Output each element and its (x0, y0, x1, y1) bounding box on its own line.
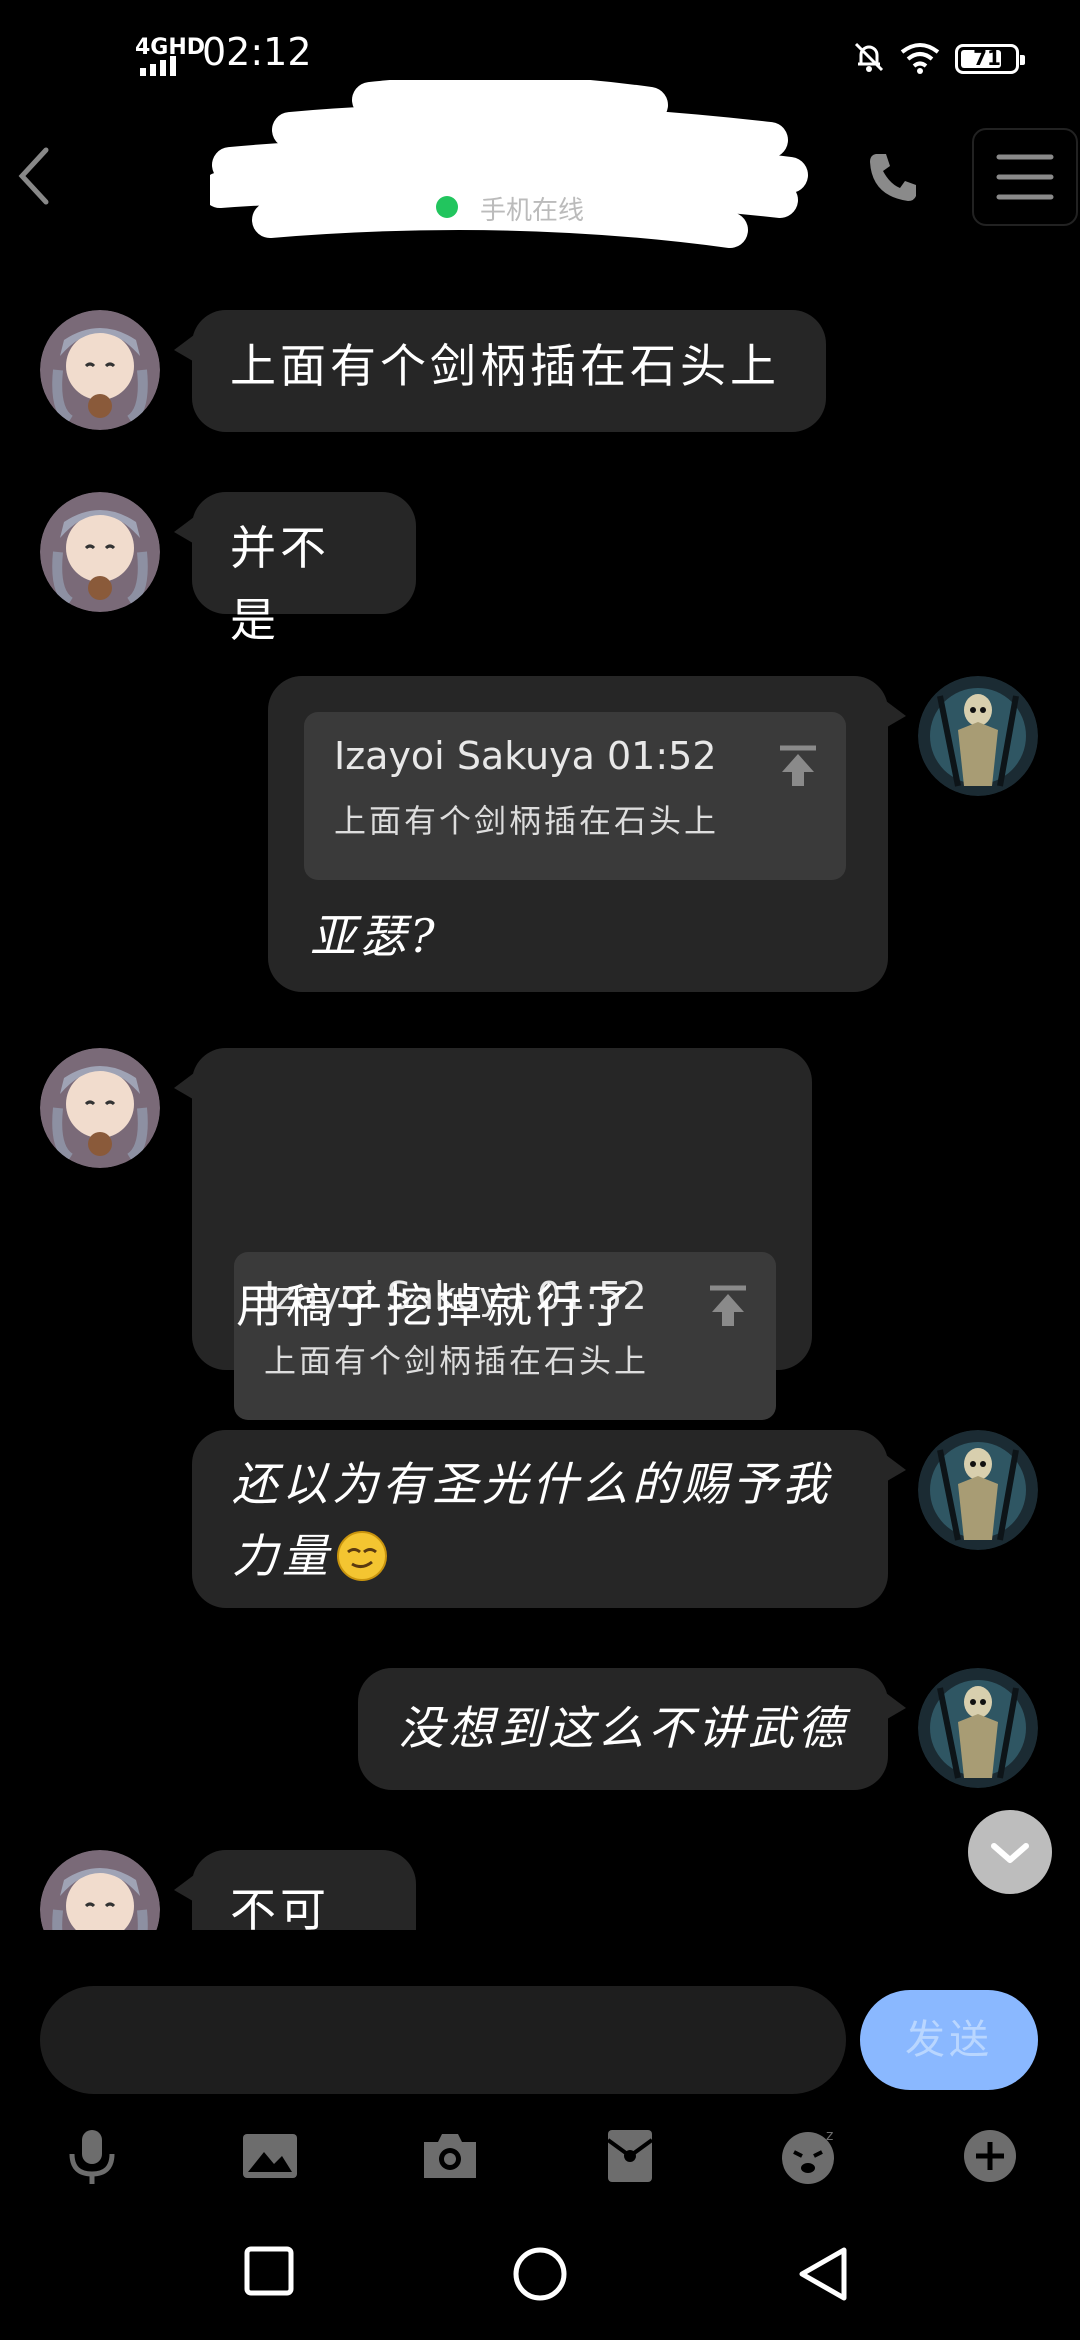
message-text: 上面有个剑柄插在石头上 (230, 339, 780, 393)
scroll-to-bottom-button[interactable] (968, 1810, 1052, 1894)
back-nav-button[interactable] (796, 2246, 850, 2302)
message-bubble[interactable]: 不可能 (174, 1850, 416, 1930)
my-avatar[interactable] (918, 1430, 1038, 1550)
message-bubble[interactable]: 还以为有圣光什么的赐予我 力量 (192, 1430, 906, 1608)
quote-text: 上面有个剑柄插在石头上 (334, 802, 720, 840)
camera-icon[interactable] (420, 2126, 480, 2186)
message-text: 并不是 (230, 521, 330, 647)
menu-button[interactable] (972, 128, 1078, 226)
jump-to-top-icon[interactable] (706, 1284, 750, 1328)
online-status-dot (436, 196, 458, 218)
message-text: 没想到这么不讲武德 (398, 1701, 848, 1755)
wifi-icon (900, 43, 940, 74)
online-status-text: 手机在线 (480, 196, 585, 226)
battery-icon: 71 (955, 44, 1025, 74)
message-text-line1: 还以为有圣光什么的赐予我 (232, 1457, 832, 1511)
recents-button[interactable] (244, 2246, 294, 2296)
message-input[interactable] (40, 1986, 846, 2094)
phone-icon (870, 154, 916, 201)
mic-icon[interactable] (62, 2126, 122, 2186)
image-icon[interactable] (240, 2126, 300, 2186)
quote-author: Izayoi Sakuya 01:52 (334, 734, 717, 778)
battery-level: 71 (973, 46, 1001, 70)
message-text: 用稿子挖掉就行了 (236, 1279, 636, 1333)
message-bubble[interactable]: 没想到这么不讲武德 (358, 1668, 906, 1790)
avatar[interactable] (40, 1850, 160, 1930)
network-type: 4GHD (135, 35, 206, 60)
avatar[interactable] (40, 1048, 160, 1168)
svg-text:z: z (826, 2128, 833, 2144)
send-button[interactable]: 发送 (860, 1990, 1038, 2090)
message-text-line2: 力量 (232, 1529, 332, 1583)
red-packet-icon[interactable] (600, 2126, 660, 2186)
back-button[interactable] (14, 146, 54, 210)
plus-icon[interactable] (960, 2126, 1020, 2186)
my-avatar[interactable] (918, 676, 1038, 796)
smirk-emoji-icon (337, 1531, 387, 1581)
message-text: 不可能 (230, 1883, 330, 1930)
signal-icon (140, 56, 176, 76)
chevron-down-icon (991, 1843, 1029, 1863)
quote-text: 上面有个剑柄插在石头上 (264, 1342, 650, 1380)
jump-to-top-icon[interactable] (776, 744, 820, 788)
call-button[interactable] (866, 150, 920, 208)
emoji-icon[interactable]: z (780, 2126, 840, 2186)
avatar[interactable] (40, 492, 160, 612)
message-bubble[interactable]: 并不是 (174, 492, 416, 647)
avatar[interactable] (40, 310, 160, 430)
chat-list[interactable]: 上面有个剑柄插在石头上 并不是 Izayoi Sakuya 01:52 上面有个… (0, 280, 1080, 1930)
my-avatar[interactable] (918, 1668, 1038, 1788)
chevron-left-icon (18, 147, 49, 205)
clock: 02:12 (202, 30, 312, 74)
mute-bell-icon (854, 42, 884, 72)
quoted-message[interactable]: Izayoi Sakuya 01:52 上面有个剑柄插在石头上 (304, 712, 846, 880)
message-text: 亚瑟? (310, 909, 439, 963)
home-button[interactable] (512, 2246, 568, 2302)
hamburger-icon (996, 154, 1054, 200)
message-bubble[interactable]: 上面有个剑柄插在石头上 (174, 310, 826, 432)
